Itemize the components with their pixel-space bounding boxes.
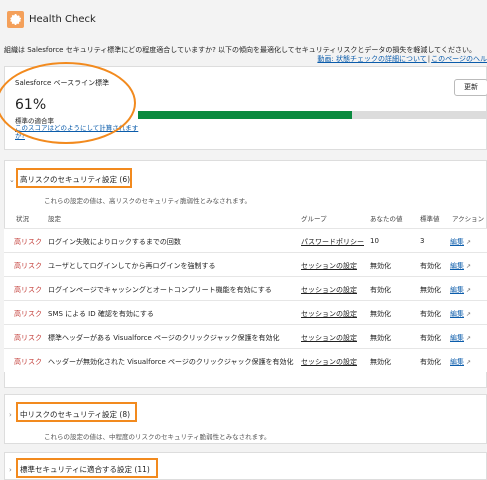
standard-value-cell: 3 <box>420 237 425 245</box>
medium-risk-subtitle: これらの設定の値は、中程度のリスクのセキュリティ脆弱性とみなされます。 <box>44 433 271 441</box>
your-value-cell: 無効化 <box>370 310 391 318</box>
edit-link[interactable]: 編集 <box>450 358 464 366</box>
status-cell: 高リスク <box>14 286 42 294</box>
highlight-oval <box>0 62 136 144</box>
external-link-icon: ↗ <box>466 359 472 366</box>
chevron-down-icon[interactable]: ⌄ <box>9 176 15 184</box>
status-cell: 高リスク <box>14 334 42 342</box>
external-link-icon: ↗ <box>466 263 472 270</box>
col-action: アクション <box>452 215 485 223</box>
progress-fill <box>138 111 352 119</box>
chevron-right-icon[interactable]: › <box>9 411 12 419</box>
table-row: 高リスク ログイン失敗によりロックするまでの回数 パスワードポリシー 10 3 … <box>4 228 487 252</box>
standard-value-cell: 有効化 <box>420 262 441 270</box>
col-group: グループ <box>301 215 327 223</box>
gear-icon <box>7 11 24 28</box>
edit-link[interactable]: 編集 <box>450 334 464 342</box>
compliance-progress-bar <box>138 111 487 119</box>
setting-cell: SMS による ID 確認を有効にする <box>48 310 154 318</box>
your-value-cell: 10 <box>370 237 379 245</box>
table-row: 高リスク ユーザとしてログインしてから再ログインを強制する セッションの設定 無… <box>4 252 487 276</box>
page-title: Health Check <box>29 14 96 25</box>
high-risk-subtitle: これらの設定の値は、高リスクのセキュリティ脆弱性とみなされます。 <box>44 197 251 205</box>
your-value-cell: 無効化 <box>370 334 391 342</box>
standard-value-cell: 有効化 <box>420 358 441 366</box>
group-link[interactable]: セッションの設定 <box>301 357 357 367</box>
help-links: 動画: 状態チェックの詳細について|このページのヘル <box>317 54 487 64</box>
col-setting: 設定 <box>48 215 61 223</box>
your-value-cell: 有効化 <box>370 286 391 294</box>
refresh-button[interactable]: 更新 <box>454 79 487 96</box>
standard-value-cell: 有効化 <box>420 310 441 318</box>
group-link[interactable]: セッションの設定 <box>301 333 357 343</box>
table-row: 高リスク 標準ヘッダーがある Visualforce ページのクリックジャック保… <box>4 324 487 348</box>
table-row: 高リスク SMS による ID 確認を有効にする セッションの設定 無効化 有効… <box>4 300 487 324</box>
col-standard: 標準値 <box>420 215 440 223</box>
edit-link[interactable]: 編集 <box>450 286 464 294</box>
your-value-cell: 無効化 <box>370 358 391 366</box>
link-separator: | <box>427 55 431 63</box>
group-link[interactable]: セッションの設定 <box>301 261 357 271</box>
status-cell: 高リスク <box>14 358 42 366</box>
group-link[interactable]: セッションの設定 <box>301 309 357 319</box>
page-header: Health Check <box>0 0 487 44</box>
status-cell: 高リスク <box>14 262 42 270</box>
col-status: 状況 <box>16 215 29 223</box>
status-cell: 高リスク <box>14 238 42 246</box>
group-link[interactable]: セッションの設定 <box>301 285 357 295</box>
edit-link[interactable]: 編集 <box>450 310 464 318</box>
your-value-cell: 無効化 <box>370 262 391 270</box>
external-link-icon: ↗ <box>466 239 472 246</box>
edit-link[interactable]: 編集 <box>450 238 464 246</box>
high-risk-highlight <box>16 168 132 188</box>
compliant-highlight <box>16 458 158 478</box>
video-link[interactable]: 動画: 状態チェックの詳細について <box>317 55 426 63</box>
col-your-value: あなたの値 <box>370 215 403 223</box>
external-link-icon: ↗ <box>466 287 472 294</box>
table-row: 高リスク ヘッダーが無効化された Visualforce ページのクリックジャッ… <box>4 348 487 372</box>
setting-cell: ユーザとしてログインしてから再ログインを強制する <box>48 262 216 270</box>
table-row: 高リスク ログインページでキャッシングとオートコンプリート機能を有効にする セッ… <box>4 276 487 300</box>
chevron-right-icon[interactable]: › <box>9 466 12 474</box>
setting-cell: ヘッダーが無効化された Visualforce ページのクリックジャック保護を有… <box>48 358 294 366</box>
page-help-link[interactable]: このページのヘル <box>431 55 487 63</box>
setting-cell: ログイン失敗によりロックするまでの回数 <box>48 238 181 246</box>
setting-cell: ログインページでキャッシングとオートコンプリート機能を有効にする <box>48 286 272 294</box>
external-link-icon: ↗ <box>466 311 472 318</box>
status-cell: 高リスク <box>14 310 42 318</box>
external-link-icon: ↗ <box>466 335 472 342</box>
group-link[interactable]: パスワードポリシー <box>301 237 364 247</box>
standard-value-cell: 有効化 <box>420 334 441 342</box>
medium-risk-highlight <box>16 402 137 422</box>
setting-cell: 標準ヘッダーがある Visualforce ページのクリックジャック保護を有効化 <box>48 334 280 342</box>
edit-link[interactable]: 編集 <box>450 262 464 270</box>
standard-value-cell: 無効化 <box>420 286 441 294</box>
